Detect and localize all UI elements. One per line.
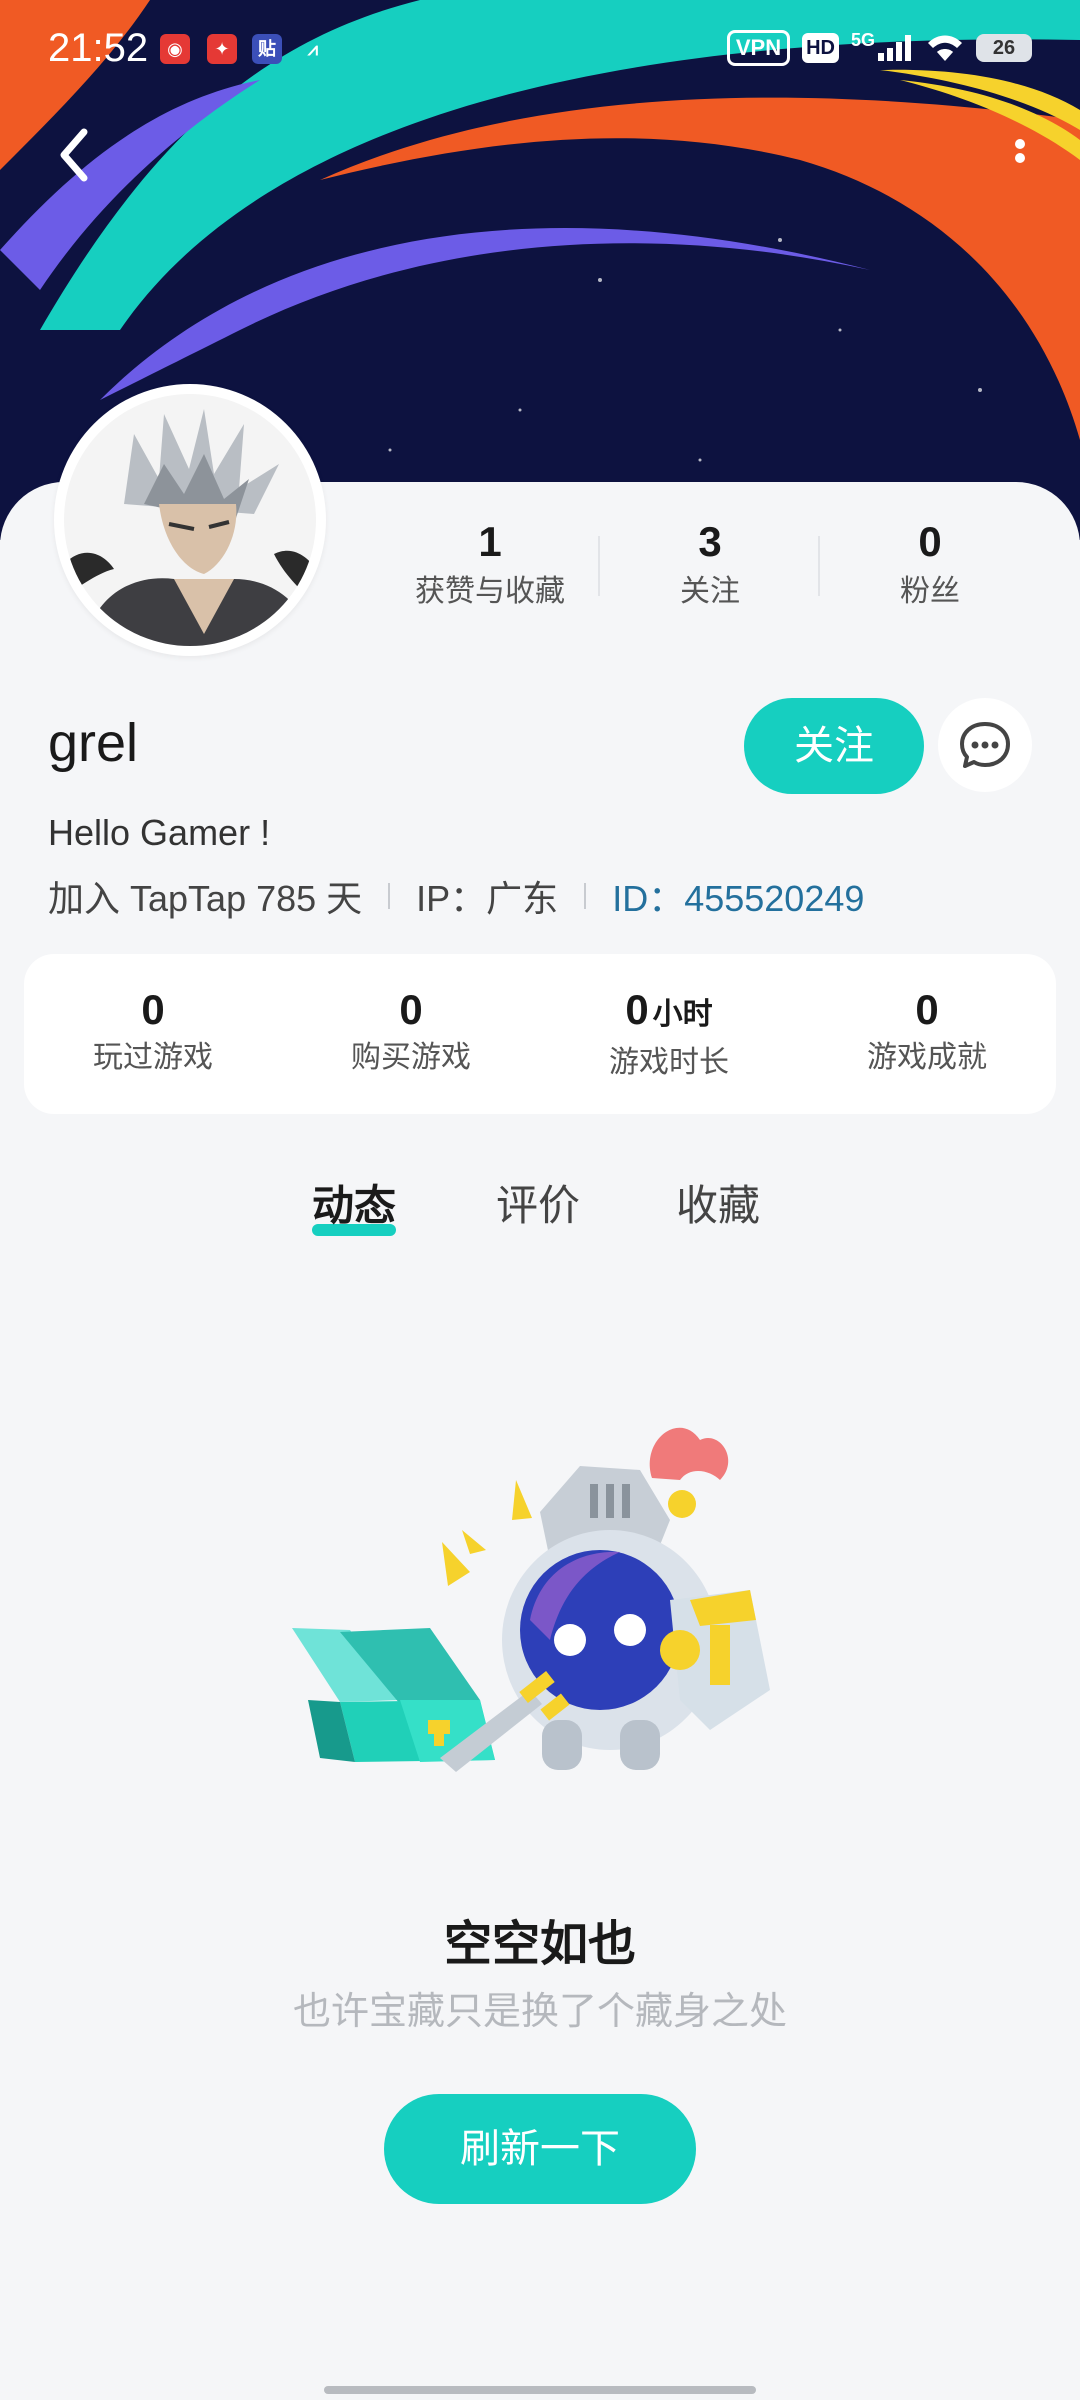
social-stats: 1 获赞与收藏 3 关注 0 粉丝 [380,514,1040,624]
status-indicators: VPN HD 5G 26 [726,30,1032,66]
empty-state-subtitle: 也许宝藏只是换了个藏身之处 [292,1991,787,2033]
hd-badge: HD [802,33,839,63]
content-tabs: 动态 评价 收藏 [0,1172,1080,1252]
tab-feed[interactable]: 动态 [312,1172,396,1233]
wifi-icon [928,35,962,61]
play-time-stat[interactable]: 0 小时 游戏时长 [540,954,798,1114]
empty-state-illustration [292,1427,770,1772]
stat-number: 1 [478,518,502,565]
following-stat[interactable]: 3 关注 [600,514,820,624]
chat-bubble-icon [960,722,1010,768]
follow-button[interactable]: 关注 [744,698,924,794]
netease-music-icon: ◉ [160,34,190,64]
tieba-icon: 贴 [252,34,282,64]
network-type: 5G [850,30,875,50]
back-button[interactable] [46,120,116,190]
app-notification-icon: ✦ [207,34,237,64]
status-time: 21:52 [48,26,149,70]
join-days: 加入 TapTap 785 天 [48,878,363,919]
home-indicator[interactable] [324,2386,756,2394]
empty-state-title: 空空如也 [443,1918,636,1971]
user-id[interactable]: ID：455520249 [612,870,864,922]
signal-icon: 5G [851,30,914,61]
divider [584,883,587,909]
username: grel [48,713,139,773]
status-bar: 21:52 ◉ ✦ 贴 ⩘ VPN HD 5G 26 [0,0,1080,100]
stat-number: 0 [915,986,939,1033]
ip-location: IP：广东 [416,878,559,919]
divider [388,883,391,909]
stat-label: 玩过游戏 [93,1041,213,1074]
profile-page: 21:52 ◉ ✦ 贴 ⩘ VPN HD 5G 26 1 获赞与收藏 3 关注 … [0,0,1080,2400]
app-k-icon: ⩘ [307,39,319,59]
battery-indicator: 26 [976,34,1032,62]
followers-stat[interactable]: 0 粉丝 [820,514,1040,624]
stat-label: 游戏时长 [609,1046,729,1079]
stat-number: 0 小时 [625,986,713,1033]
purchased-games-stat[interactable]: 0 购买游戏 [282,954,540,1114]
played-games-stat[interactable]: 0 玩过游戏 [24,954,282,1114]
stat-label: 游戏成就 [867,1041,987,1074]
stat-label: 获赞与收藏 [415,575,565,608]
stat-number: 3 [698,518,722,565]
stat-number: 0 [918,518,942,565]
tab-favorites[interactable]: 收藏 [676,1172,760,1233]
stat-label: 购买游戏 [351,1041,471,1074]
refresh-button[interactable]: 刷新一下 [384,2094,696,2204]
avatar[interactable] [54,384,326,656]
likes-favorites-stat[interactable]: 1 获赞与收藏 [380,514,600,624]
stat-number: 0 [399,986,423,1033]
achievements-stat[interactable]: 0 游戏成就 [798,954,1056,1114]
tab-reviews[interactable]: 评价 [496,1172,580,1233]
profile-meta: 加入 TapTap 785 天 IP：广东 ID：455520249 [48,870,864,922]
game-stats-card: 0 玩过游戏 0 购买游戏 0 小时 游戏时长 0 游戏成就 [24,954,1056,1114]
stat-number: 0 [141,986,165,1033]
message-button[interactable] [938,698,1032,792]
stat-unit: 小时 [652,998,713,1031]
stat-label: 粉丝 [900,575,960,608]
vpn-badge: VPN [726,30,791,66]
avatar-image [64,394,316,646]
more-options-button[interactable] [990,120,1050,190]
bio: Hello Gamer ! [48,812,271,853]
stat-label: 关注 [680,575,740,608]
